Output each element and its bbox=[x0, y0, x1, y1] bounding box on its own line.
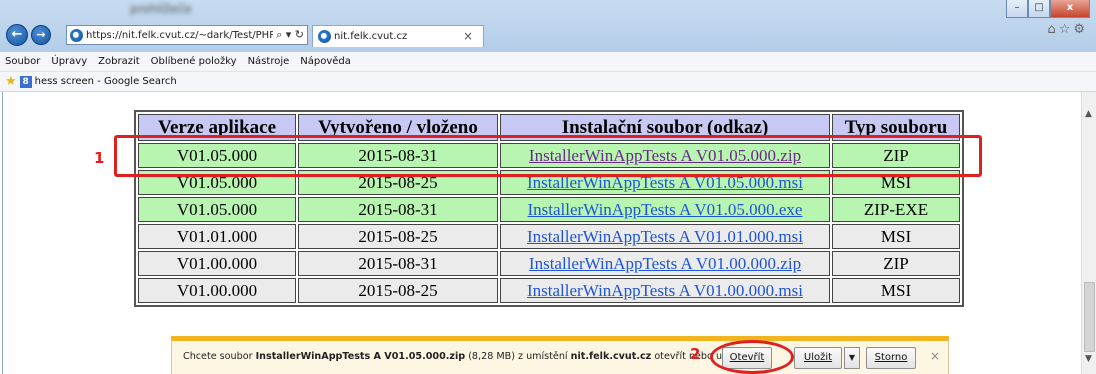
version-cell: V01.05.000 bbox=[138, 197, 296, 222]
type-cell: MSI bbox=[832, 278, 960, 303]
file-cell[interactable]: InstallerWinAppTests A V01.01.000.msi bbox=[500, 224, 830, 249]
annotation-highlight-row bbox=[114, 135, 982, 177]
type-cell: ZIP-EXE bbox=[832, 197, 960, 222]
menu-item-napoveda[interactable]: Nápověda bbox=[300, 56, 351, 67]
forward-button[interactable]: → bbox=[31, 25, 51, 45]
save-button[interactable]: Uložit bbox=[794, 347, 842, 369]
favorites-bar: ★ 8 hess screen - Google Search bbox=[0, 72, 1096, 92]
table-row: V01.00.000 2015-08-31 InstallerWinAppTests… bbox=[138, 251, 960, 276]
browser-titlebar: prohlížeče – □ x ← → https://nit.felk.cv… bbox=[0, 0, 1096, 52]
address-controls-icons[interactable]: ⌕ ▾ ↻ bbox=[273, 28, 307, 42]
annotation-highlight-open-button bbox=[710, 340, 794, 374]
table-row: V01.00.000 2015-08-25 InstallerWinAppTests… bbox=[138, 278, 960, 303]
download-filename: InstallerWinAppTests A V01.05.000.zip bbox=[255, 351, 466, 362]
minimize-button[interactable]: – bbox=[1006, 0, 1028, 18]
tab-active[interactable]: nit.felk.cvut.cz × bbox=[312, 25, 484, 47]
installer-file-link[interactable]: InstallerWinAppTests A V01.01.000.msi bbox=[527, 227, 803, 246]
date-cell: 2015-08-31 bbox=[298, 251, 498, 276]
installer-file-link[interactable]: InstallerWinAppTests A V01.05.000.exe bbox=[528, 200, 803, 219]
annotation-number-2: 2 bbox=[690, 345, 701, 363]
download-message: Chcete soubor InstallerWinAppTests A V01… bbox=[183, 351, 748, 362]
version-cell: V01.00.000 bbox=[138, 278, 296, 303]
tab-close-icon[interactable]: × bbox=[463, 29, 473, 43]
file-cell[interactable]: InstallerWinAppTests A V01.00.000.zip bbox=[500, 251, 830, 276]
close-window-button[interactable]: x bbox=[1050, 0, 1090, 18]
ie-page-icon bbox=[70, 28, 83, 42]
back-button[interactable]: ← bbox=[6, 24, 28, 46]
vertical-scrollbar[interactable]: ▲ ▼ bbox=[1081, 92, 1096, 374]
close-notification-icon[interactable]: × bbox=[930, 349, 940, 363]
window-title: prohlížeče bbox=[130, 2, 192, 16]
menu-item-oblibene[interactable]: Oblíbené položky bbox=[151, 56, 237, 67]
menu-bar: Soubor Úpravy Zobrazit Oblíbené položky … bbox=[0, 52, 1096, 72]
annotation-number-1: 1 bbox=[94, 149, 105, 167]
home-favorites-tools-icons[interactable]: ⌂☆⚙ bbox=[1047, 22, 1088, 37]
date-cell: 2015-08-31 bbox=[298, 197, 498, 222]
google-icon: 8 bbox=[19, 75, 32, 88]
save-options-dropdown-icon[interactable]: ▼ bbox=[844, 347, 860, 369]
favorite-item[interactable]: hess screen - Google Search bbox=[35, 76, 177, 87]
scroll-thumb[interactable] bbox=[1084, 282, 1095, 352]
menu-item-upravy[interactable]: Úpravy bbox=[51, 56, 87, 67]
scroll-down-icon[interactable]: ▼ bbox=[1085, 354, 1092, 364]
installer-file-link[interactable]: InstallerWinAppTests A V01.00.000.msi bbox=[527, 281, 803, 300]
installer-file-link[interactable]: InstallerWinAppTests A V01.00.000.zip bbox=[529, 254, 801, 273]
download-notification-bar: Chcete soubor InstallerWinAppTests A V01… bbox=[171, 336, 949, 374]
menu-item-zobrazit[interactable]: Zobrazit bbox=[98, 56, 140, 67]
maximize-button[interactable]: □ bbox=[1028, 0, 1050, 18]
type-cell: ZIP bbox=[832, 251, 960, 276]
tab-page-icon bbox=[318, 30, 331, 43]
window-controls: – □ x bbox=[1006, 0, 1090, 18]
date-cell: 2015-08-25 bbox=[298, 224, 498, 249]
type-cell: MSI bbox=[832, 224, 960, 249]
file-cell[interactable]: InstallerWinAppTests A V01.05.000.exe bbox=[500, 197, 830, 222]
download-host: nit.felk.cvut.cz bbox=[570, 351, 652, 362]
address-url[interactable]: https://nit.felk.cvut.cz/~dark/Test/PHPT bbox=[86, 30, 273, 41]
file-cell[interactable]: InstallerWinAppTests A V01.00.000.msi bbox=[500, 278, 830, 303]
tab-title: nit.felk.cvut.cz bbox=[334, 31, 408, 42]
favorites-star-icon[interactable]: ★ bbox=[5, 74, 17, 89]
cancel-button[interactable]: Storno bbox=[866, 347, 916, 369]
menu-item-soubor[interactable]: Soubor bbox=[5, 56, 40, 67]
menu-item-nastroje[interactable]: Nástroje bbox=[248, 56, 290, 67]
version-cell: V01.01.000 bbox=[138, 224, 296, 249]
address-bar[interactable]: https://nit.felk.cvut.cz/~dark/Test/PHPT… bbox=[66, 25, 308, 45]
table-row: V01.05.000 2015-08-31 InstallerWinAppTests… bbox=[138, 197, 960, 222]
table-row: V01.01.000 2015-08-25 InstallerWinAppTests… bbox=[138, 224, 960, 249]
version-cell: V01.00.000 bbox=[138, 251, 296, 276]
scroll-up-icon[interactable]: ▲ bbox=[1085, 109, 1092, 119]
date-cell: 2015-08-25 bbox=[298, 278, 498, 303]
